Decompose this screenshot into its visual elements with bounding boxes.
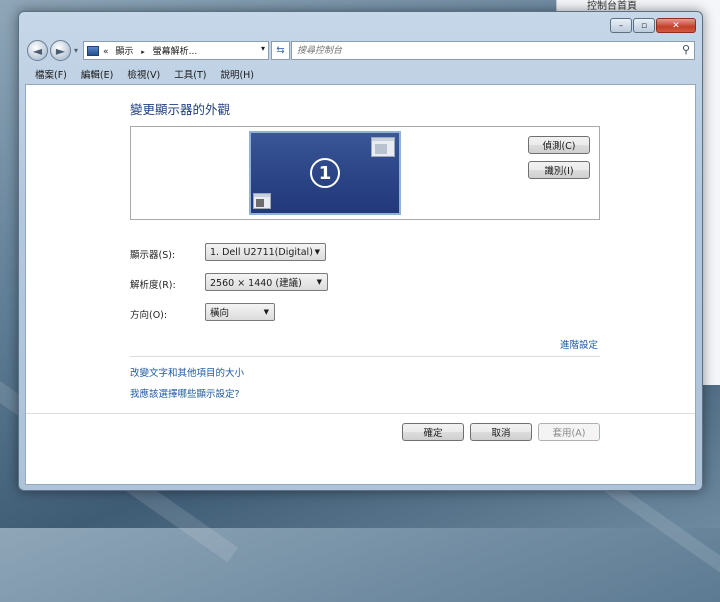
search-icon[interactable]: ⚲	[682, 43, 690, 56]
caption-buttons: – ▫ ✕	[609, 18, 696, 33]
chevron-down-icon: ▼	[263, 308, 269, 316]
display-select-value: 1. Dell U2711(Digital)	[210, 246, 313, 258]
minimize-button[interactable]: –	[610, 18, 632, 33]
text-size-link[interactable]: 改變文字和其他項目的大小	[130, 365, 244, 379]
monitor-1-preview[interactable]: 1	[249, 131, 401, 215]
menu-view[interactable]: 檢視(V)	[127, 67, 160, 81]
display-settings-help-link[interactable]: 我應該選擇哪些顯示設定?	[130, 386, 240, 400]
address-path: « 顯示 ▸ 螢幕解析...	[103, 44, 197, 57]
arrow-right-icon: ►	[55, 43, 66, 58]
footer-divider	[26, 413, 695, 414]
page-title: 變更顯示器的外觀	[130, 102, 231, 117]
refresh-icon: ⇆	[276, 45, 285, 56]
address-bar[interactable]: « 顯示 ▸ 螢幕解析... ▾	[83, 41, 269, 60]
advanced-settings-link[interactable]: 進階設定	[560, 337, 598, 351]
back-button[interactable]: ◄	[27, 40, 48, 61]
divider	[130, 356, 600, 357]
breadcrumb-display[interactable]: 顯示	[115, 47, 133, 57]
address-dropdown-icon[interactable]: ▾	[261, 44, 265, 53]
arrow-left-icon: ◄	[32, 43, 43, 58]
display-select[interactable]: 1. Dell U2711(Digital) ▼	[205, 243, 326, 261]
forward-button[interactable]: ►	[50, 40, 71, 61]
display-control-panel-icon	[87, 45, 99, 56]
mini-window-icon	[253, 193, 271, 209]
screen-resolution-window: – ▫ ✕ ◄ ► ▾ « 顯示 ▸ 螢幕解析... ▾ ⇆ ⚲ 檔案(F) 編…	[18, 11, 703, 491]
orientation-label: 方向(O):	[130, 310, 168, 321]
menu-help[interactable]: 說明(H)	[220, 67, 254, 81]
maximize-button[interactable]: ▫	[633, 18, 655, 33]
monitor-number-badge: 1	[310, 158, 340, 188]
address-prefix[interactable]: «	[103, 47, 109, 57]
identify-button[interactable]: 識別(I)	[528, 161, 590, 179]
display-label: 顯示器(S):	[130, 250, 176, 261]
apply-button[interactable]: 套用(A)	[538, 423, 600, 441]
ok-button[interactable]: 確定	[402, 423, 464, 441]
refresh-button[interactable]: ⇆	[271, 41, 290, 60]
recent-pages-dropdown[interactable]: ▾	[74, 46, 78, 55]
menu-edit[interactable]: 編輯(E)	[81, 67, 113, 81]
breadcrumb-screen-resolution[interactable]: 螢幕解析...	[153, 47, 198, 57]
close-button[interactable]: ✕	[656, 18, 696, 33]
navigation-bar: ◄ ► ▾ « 顯示 ▸ 螢幕解析... ▾ ⇆ ⚲	[25, 40, 695, 64]
orientation-select[interactable]: 橫向 ▼	[205, 303, 275, 321]
cancel-button[interactable]: 取消	[470, 423, 532, 441]
monitor-preview-area: 1 偵測(C) 識別(I)	[130, 126, 600, 220]
search-box[interactable]: ⚲	[291, 41, 695, 60]
menu-file[interactable]: 檔案(F)	[35, 67, 67, 81]
menu-bar: 檔案(F) 編輯(E) 檢視(V) 工具(T) 說明(H)	[25, 65, 695, 83]
resolution-label: 解析度(R):	[130, 280, 176, 291]
content-pane: 變更顯示器的外觀 1 偵測(C) 識別(I) 顯示器(S): 1. Dell U…	[25, 84, 696, 485]
mini-window-icon	[371, 137, 395, 157]
resolution-select-value: 2560 × 1440 (建議)	[210, 278, 302, 289]
menu-tools[interactable]: 工具(T)	[174, 67, 206, 81]
search-input[interactable]	[292, 42, 657, 59]
chevron-down-icon: ▼	[316, 278, 322, 286]
orientation-select-value: 橫向	[210, 308, 230, 319]
chevron-down-icon: ▼	[314, 248, 320, 256]
detect-button[interactable]: 偵測(C)	[528, 136, 590, 154]
resolution-select[interactable]: 2560 × 1440 (建議) ▼	[205, 273, 328, 291]
breadcrumb-separator-icon[interactable]: ▸	[141, 48, 145, 56]
